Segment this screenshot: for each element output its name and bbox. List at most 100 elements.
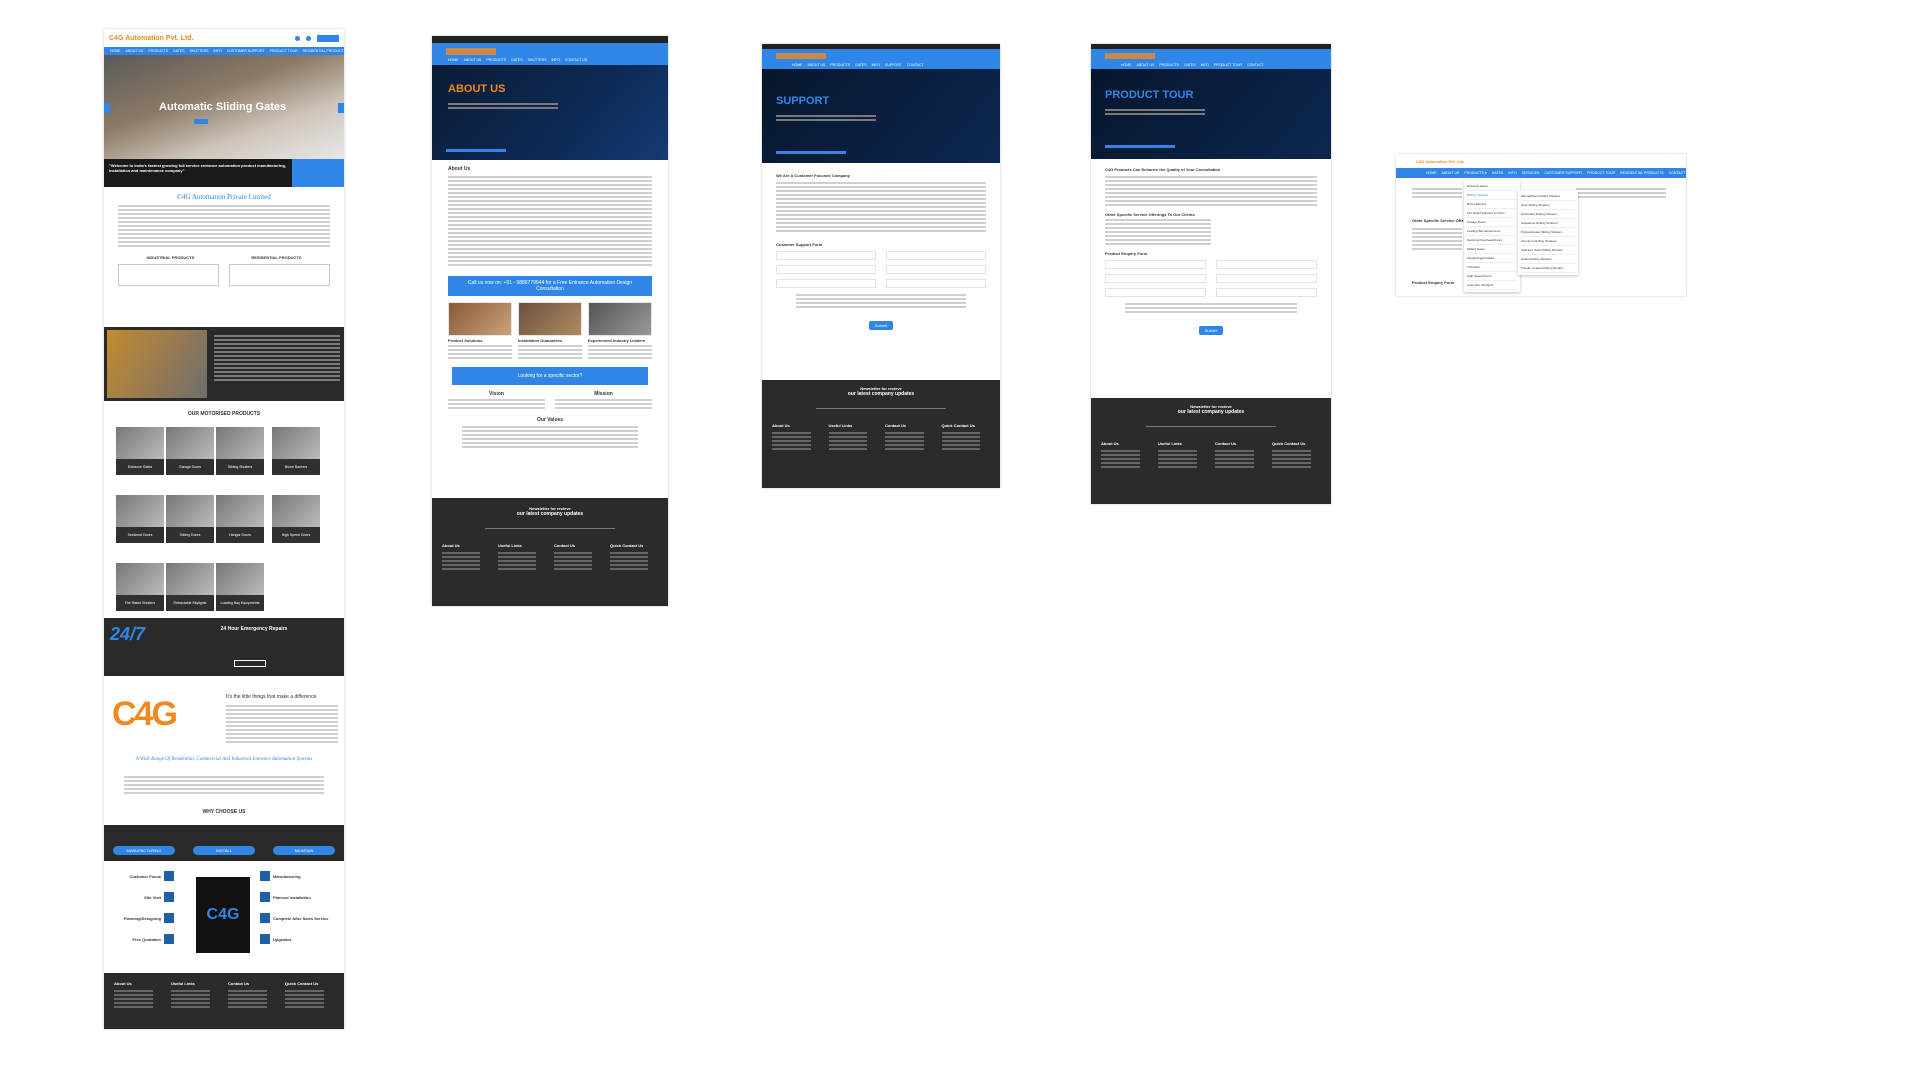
company-description: [118, 205, 330, 247]
menu-logo[interactable]: C4G Automation Pvt. Ltd.: [1416, 159, 1464, 164]
menu-item[interactable]: High Speed Doors: [1467, 272, 1517, 281]
product-card[interactable]: Sliding Doors: [166, 495, 214, 543]
menu-item[interactable]: Fire Rated Shutters & Doors: [1467, 209, 1517, 218]
product-card[interactable]: Hangar Doors: [216, 495, 264, 543]
menu-item[interactable]: Loading Bay Equipments: [1467, 227, 1517, 236]
form-field[interactable]: [776, 279, 876, 288]
product-label: Fire Rated Shutters: [116, 595, 164, 611]
residential-products-card[interactable]: [229, 264, 330, 286]
big-c4g-logo: C4G: [112, 695, 178, 733]
footer-heading: Quick Contact Us: [1272, 441, 1306, 446]
menu-item[interactable]: Polycarbonate Sliding Shutters: [1521, 228, 1575, 237]
form-field[interactable]: [1216, 288, 1317, 297]
nav-item[interactable]: PRODUCT TOUR: [270, 49, 298, 53]
form-field[interactable]: [776, 251, 876, 260]
menu-item[interactable]: Perforated Rolling Shutters: [1521, 210, 1575, 219]
car-image: [107, 330, 207, 398]
contact-block[interactable]: [292, 159, 344, 187]
product-card[interactable]: Retractable Skylights: [166, 563, 214, 611]
tour-hero: PRODUCT TOUR: [1091, 69, 1331, 159]
nav-item[interactable]: ABOUT US: [126, 49, 144, 53]
consultation-cta[interactable]: Call us now on: +91 - 9886779944 for a F…: [448, 276, 652, 296]
product-card[interactable]: Garage Doors: [166, 427, 214, 475]
menu-item[interactable]: Powder Coated Rolling Shutters: [1521, 264, 1575, 273]
nav-item[interactable]: GATES: [173, 49, 185, 53]
product-image: [216, 495, 264, 527]
emergency-button[interactable]: [234, 660, 266, 667]
enquiry-button[interactable]: [317, 34, 339, 42]
form-field[interactable]: [1216, 260, 1317, 269]
why-center-logo: C4G: [196, 877, 250, 953]
nav-item[interactable]: RESIDENTIAL PRODUCTS: [303, 49, 344, 53]
form-field[interactable]: [1105, 288, 1206, 297]
c4g-logo[interactable]: C4G Automation Pvt. Ltd.: [109, 35, 194, 42]
form-field[interactable]: [886, 251, 986, 260]
tour-newsletter-input[interactable]: [1146, 421, 1276, 427]
product-card[interactable]: Sliding Shutters: [216, 427, 264, 475]
menu-item[interactable]: Swing/Hinged Gates: [1467, 254, 1517, 263]
menu-item[interactable]: Garage Doors: [1467, 218, 1517, 227]
about-section-title: About Us: [448, 166, 471, 172]
form-field[interactable]: [1105, 274, 1206, 283]
menu-item[interactable]: Turnstiles: [1467, 263, 1517, 272]
product-card[interactable]: Boom Barriers: [272, 427, 320, 475]
nav-item[interactable]: PRODUCTS: [148, 49, 168, 53]
why-icon: [164, 934, 174, 944]
why-item-label: Complete After Sales Service: [273, 915, 329, 921]
hero-button[interactable]: [194, 119, 208, 124]
tab-install[interactable]: INSTALL: [193, 846, 255, 855]
24-7-badge: 24/7: [110, 624, 146, 644]
nav-item[interactable]: HOME: [110, 49, 121, 53]
form-field[interactable]: [776, 265, 876, 274]
support-submit-button[interactable]: Submit: [868, 321, 894, 330]
tour-hero-title: PRODUCT TOUR: [1105, 89, 1194, 101]
form-field[interactable]: [886, 279, 986, 288]
menu-item[interactable]: Stainless Steel Rolling Shutters: [1521, 246, 1575, 255]
product-card[interactable]: Entrance Gates: [116, 427, 164, 475]
nav-item[interactable]: CUSTOMER SUPPORT: [227, 49, 265, 53]
product-card[interactable]: Loading Bay Equipments: [216, 563, 264, 611]
industrial-products-card[interactable]: [118, 264, 219, 286]
nav-item[interactable]: INFO: [213, 49, 221, 53]
menu-item[interactable]: Entrance Gates: [1467, 182, 1517, 191]
product-label: Sliding Doors: [166, 527, 214, 543]
tab-manufacturing[interactable]: MANUFACTURING: [113, 846, 175, 855]
menu-item[interactable]: Galvalume Rolling Shutters: [1521, 219, 1575, 228]
product-image: [166, 563, 214, 595]
product-card[interactable]: Fire Rated Shutters: [116, 563, 164, 611]
footer-heading: About Us: [772, 423, 790, 428]
why-icon: [260, 892, 270, 902]
product-image: [272, 495, 320, 527]
why-icon: [164, 871, 174, 881]
motorised-title: OUR MOTORISED PRODUCTS: [187, 411, 261, 417]
footer-heading: About Us: [1101, 441, 1119, 446]
menu-item[interactable]: Sliding Shutters: [1467, 191, 1517, 200]
product-image: [116, 495, 164, 527]
menu-item[interactable]: Gear Sliding Shutters: [1521, 201, 1575, 210]
product-label: Loading Bay Equipments: [216, 595, 264, 611]
footer-heading: About Us: [114, 981, 132, 986]
menu-item[interactable]: Sliding Gates: [1467, 245, 1517, 254]
tour-submit-button[interactable]: Submit: [1198, 326, 1224, 335]
slider-prev-arrow[interactable]: [104, 103, 110, 113]
about-newsletter-input[interactable]: [485, 523, 615, 529]
slider-next-arrow[interactable]: [338, 103, 344, 113]
why-item-label: Planned Installation: [273, 894, 311, 900]
form-field[interactable]: [886, 265, 986, 274]
product-image: [216, 563, 264, 595]
menu-item[interactable]: Automatic Skylights: [1467, 281, 1517, 290]
menu-item[interactable]: Sectional Overhead Doors: [1467, 236, 1517, 245]
product-card[interactable]: Sectional Doors: [116, 495, 164, 543]
about-logo[interactable]: [446, 48, 496, 55]
support-newsletter-input[interactable]: [816, 403, 946, 409]
form-field[interactable]: [1105, 260, 1206, 269]
nav-item[interactable]: SHUTTERS: [190, 49, 209, 53]
menu-item[interactable]: Aluminum Rolling Shutters: [1521, 237, 1575, 246]
sector-banner[interactable]: Looking for a specific sector?: [452, 367, 648, 385]
form-field[interactable]: [1216, 274, 1317, 283]
menu-item[interactable]: Manual/Sand Rolled Shutters: [1521, 192, 1575, 201]
product-card[interactable]: High Speed Doors: [272, 495, 320, 543]
tab-maintain[interactable]: MAINTAIN: [273, 846, 335, 855]
menu-item[interactable]: Boom Barriers: [1467, 200, 1517, 209]
menu-item[interactable]: Grilled Rolling Shutters: [1521, 255, 1575, 264]
